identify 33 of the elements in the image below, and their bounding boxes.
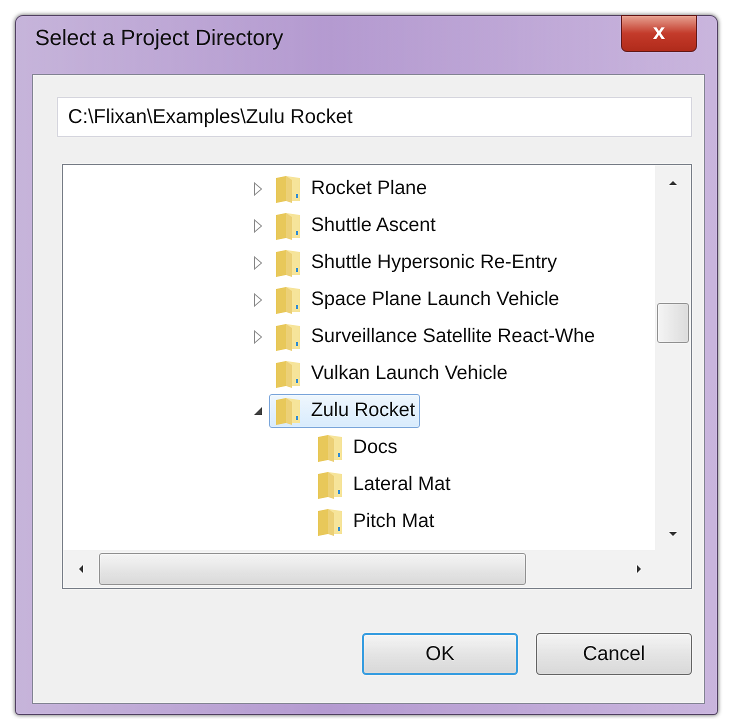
folder-item[interactable]: Pitch Mat [311, 504, 440, 538]
folder-item[interactable]: Space Plane Launch Vehicle [269, 282, 564, 316]
horizontal-scrollbar[interactable] [63, 550, 691, 588]
scroll-down-icon[interactable] [667, 530, 679, 538]
folder-item[interactable]: Zulu Rocket [269, 394, 420, 428]
folder-icon [274, 248, 302, 278]
folder-item[interactable]: Docs [311, 430, 402, 464]
folder-icon [274, 322, 302, 352]
scroll-up-icon[interactable] [667, 179, 679, 187]
folder-item[interactable]: Vulkan Launch Vehicle [269, 356, 513, 390]
folder-item[interactable]: Lateral Mat [311, 468, 456, 502]
ok-button[interactable]: OK [362, 633, 518, 675]
folder-icon [316, 506, 344, 536]
folder-icon [274, 174, 302, 204]
folder-item[interactable]: Shuttle Ascent [269, 208, 441, 242]
folder-icon [316, 432, 344, 462]
folder-item[interactable]: Shuttle Hypersonic Re-Entry [269, 246, 562, 280]
folder-icon [274, 396, 302, 426]
folder-icon [274, 210, 302, 240]
folder-item[interactable]: Rocket Plane [269, 172, 432, 206]
cancel-button[interactable]: Cancel [536, 633, 692, 675]
folder-item[interactable]: Surveillance Satellite React-Whe [269, 320, 600, 354]
folder-icon [316, 470, 344, 500]
scroll-right-icon[interactable] [635, 563, 643, 575]
close-button[interactable]: x [621, 15, 697, 52]
scroll-thumb[interactable] [99, 553, 526, 585]
scroll-left-icon[interactable] [77, 563, 85, 575]
folder-icon [274, 358, 302, 388]
folder-icon [274, 284, 302, 314]
path-field[interactable]: C:\Flixan\Examples\Zulu Rocket [57, 97, 692, 137]
vertical-scrollbar[interactable] [655, 165, 691, 550]
scroll-thumb[interactable] [657, 303, 689, 343]
window-title: Select a Project Directory [35, 25, 284, 51]
